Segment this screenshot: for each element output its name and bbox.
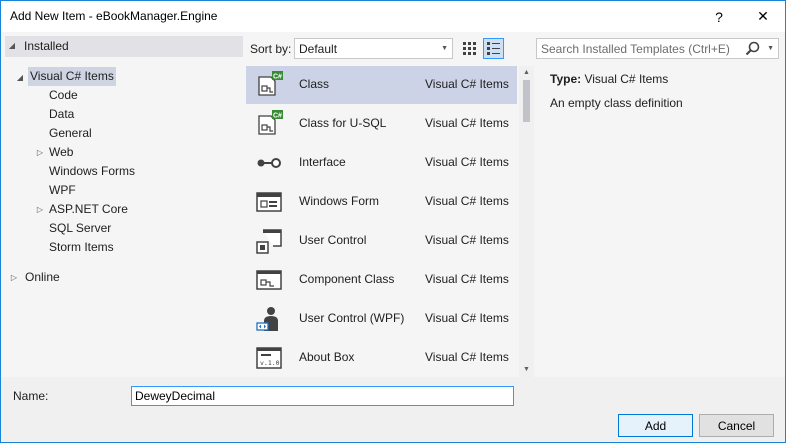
expanded-arrow-icon[interactable]: ◢ [15, 73, 25, 82]
chevron-down-icon: ▼ [441, 45, 448, 52]
template-item-class[interactable]: C# Class Visual C# Items [246, 66, 517, 104]
name-label: Name: [13, 389, 49, 403]
template-category: Visual C# Items [425, 233, 509, 247]
sort-by-dropdown[interactable]: Default ▼ [294, 38, 453, 59]
search-templates-input[interactable]: Search Installed Templates (Ctrl+E) ▼ [536, 38, 779, 59]
template-item-user-control[interactable]: User Control Visual C# Items [246, 222, 517, 260]
user-control-wpf-icon [256, 307, 278, 331]
sort-toolbar: Sort by: Default ▼ [244, 32, 534, 65]
scroll-up-arrow-icon[interactable]: ▲ [519, 66, 534, 80]
windows-form-icon [256, 192, 282, 212]
template-category: Visual C# Items [425, 311, 509, 325]
template-category: Visual C# Items [425, 77, 509, 91]
template-category: Visual C# Items [425, 194, 509, 208]
expanded-arrow-icon[interactable]: ◢ [7, 41, 17, 50]
user-control-icon [256, 229, 282, 254]
type-value: Visual C# Items [584, 72, 669, 86]
tree-item-general[interactable]: General [49, 124, 92, 143]
about-box-icon: v.1.0 [256, 347, 282, 369]
template-details-panel: Type: Visual C# Items An empty class def… [538, 66, 785, 377]
template-type-line: Type: Visual C# Items [550, 72, 668, 86]
template-name: Component Class [299, 272, 395, 286]
template-category: Visual C# Items [425, 116, 509, 130]
template-name: About Box [299, 350, 355, 364]
component-class-icon [256, 270, 282, 290]
add-button[interactable]: Add [618, 414, 693, 437]
add-new-item-dialog: Add New Item - eBookManager.Engine ? ✕ ◢… [0, 0, 786, 443]
sort-by-value: Default [299, 42, 338, 56]
svg-text:C#: C# [273, 113, 282, 120]
medium-icons-view-button[interactable] [483, 38, 504, 59]
chevron-down-icon[interactable]: ▼ [767, 45, 774, 52]
search-icon[interactable] [745, 41, 760, 56]
template-category: Visual C# Items [425, 155, 509, 169]
collapsed-arrow-icon[interactable]: ▷ [35, 143, 45, 162]
template-description: An empty class definition [550, 96, 683, 110]
template-item-component-class[interactable]: Component Class Visual C# Items [246, 261, 517, 299]
tree-item-windows-forms[interactable]: Windows Forms [49, 162, 135, 181]
tree-item-storm-items[interactable]: Storm Items [49, 238, 114, 257]
template-name: Class [299, 77, 330, 91]
template-name: Class for U-SQL [299, 116, 387, 130]
list-view-icon [487, 42, 500, 55]
template-item-windows-form[interactable]: Windows Form Visual C# Items [246, 183, 517, 221]
installed-label: Installed [24, 39, 69, 53]
template-name: User Control (WPF) [299, 311, 405, 325]
template-item-about-box[interactable]: v.1.0 About Box Visual C# Items [246, 339, 517, 377]
template-name: Windows Form [299, 194, 380, 208]
installed-header[interactable]: ◢ Installed [5, 36, 243, 57]
tree-item-data[interactable]: Data [49, 105, 74, 124]
dialog-content: ◢ Installed ◢ Visual C# Items Code Data … [1, 32, 785, 377]
template-list: C# Class Visual C# Items C# Class for U-… [246, 66, 534, 377]
template-item-user-control-wpf[interactable]: User Control (WPF) Visual C# Items [246, 300, 517, 338]
cancel-button[interactable]: Cancel [699, 414, 774, 437]
category-tree: ◢ Installed ◢ Visual C# Items Code Data … [1, 32, 244, 377]
scroll-thumb[interactable] [523, 80, 530, 122]
tree-item-web[interactable]: Web [49, 143, 73, 162]
tree-item-wpf[interactable]: WPF [49, 181, 76, 200]
class-icon: C# [258, 71, 283, 96]
tree-item-aspnet-core[interactable]: ASP.NET Core [49, 200, 128, 219]
tree-item-online[interactable]: Online [25, 268, 60, 287]
item-name-field[interactable] [131, 386, 514, 406]
small-icons-view-button[interactable] [459, 38, 480, 59]
collapsed-arrow-icon[interactable]: ▷ [9, 268, 19, 287]
template-category: Visual C# Items [425, 350, 509, 364]
interface-icon [257, 158, 281, 168]
sort-by-label: Sort by: [250, 42, 292, 56]
scroll-down-arrow-icon[interactable]: ▼ [519, 363, 534, 377]
search-placeholder: Search Installed Templates (Ctrl+E) [541, 42, 730, 56]
collapsed-arrow-icon[interactable]: ▷ [35, 200, 45, 219]
type-label: Type: [550, 72, 582, 86]
class-usql-icon: C# [258, 110, 283, 135]
close-button[interactable]: ✕ [741, 1, 785, 32]
window-title: Add New Item - eBookManager.Engine [10, 9, 218, 23]
template-list-scrollbar[interactable]: ▲ ▼ [519, 66, 534, 377]
dialog-footer: Name: Add Cancel [1, 377, 785, 442]
template-item-class-for-usql[interactable]: C# Class for U-SQL Visual C# Items [246, 105, 517, 143]
tree-item-code[interactable]: Code [49, 86, 78, 105]
tree-item-visual-csharp-items[interactable]: Visual C# Items [28, 67, 116, 86]
template-name: Interface [299, 155, 346, 169]
template-name: User Control [299, 233, 367, 247]
svg-text:v.1.0: v.1.0 [260, 359, 280, 367]
title-bar: Add New Item - eBookManager.Engine ? ✕ [1, 1, 785, 32]
template-category: Visual C# Items [425, 272, 509, 286]
svg-text:C#: C# [273, 74, 282, 81]
help-button[interactable]: ? [697, 1, 741, 32]
template-item-interface[interactable]: Interface Visual C# Items [246, 144, 517, 182]
tree-item-sql-server[interactable]: SQL Server [49, 219, 111, 238]
grid-view-icon [463, 42, 476, 55]
